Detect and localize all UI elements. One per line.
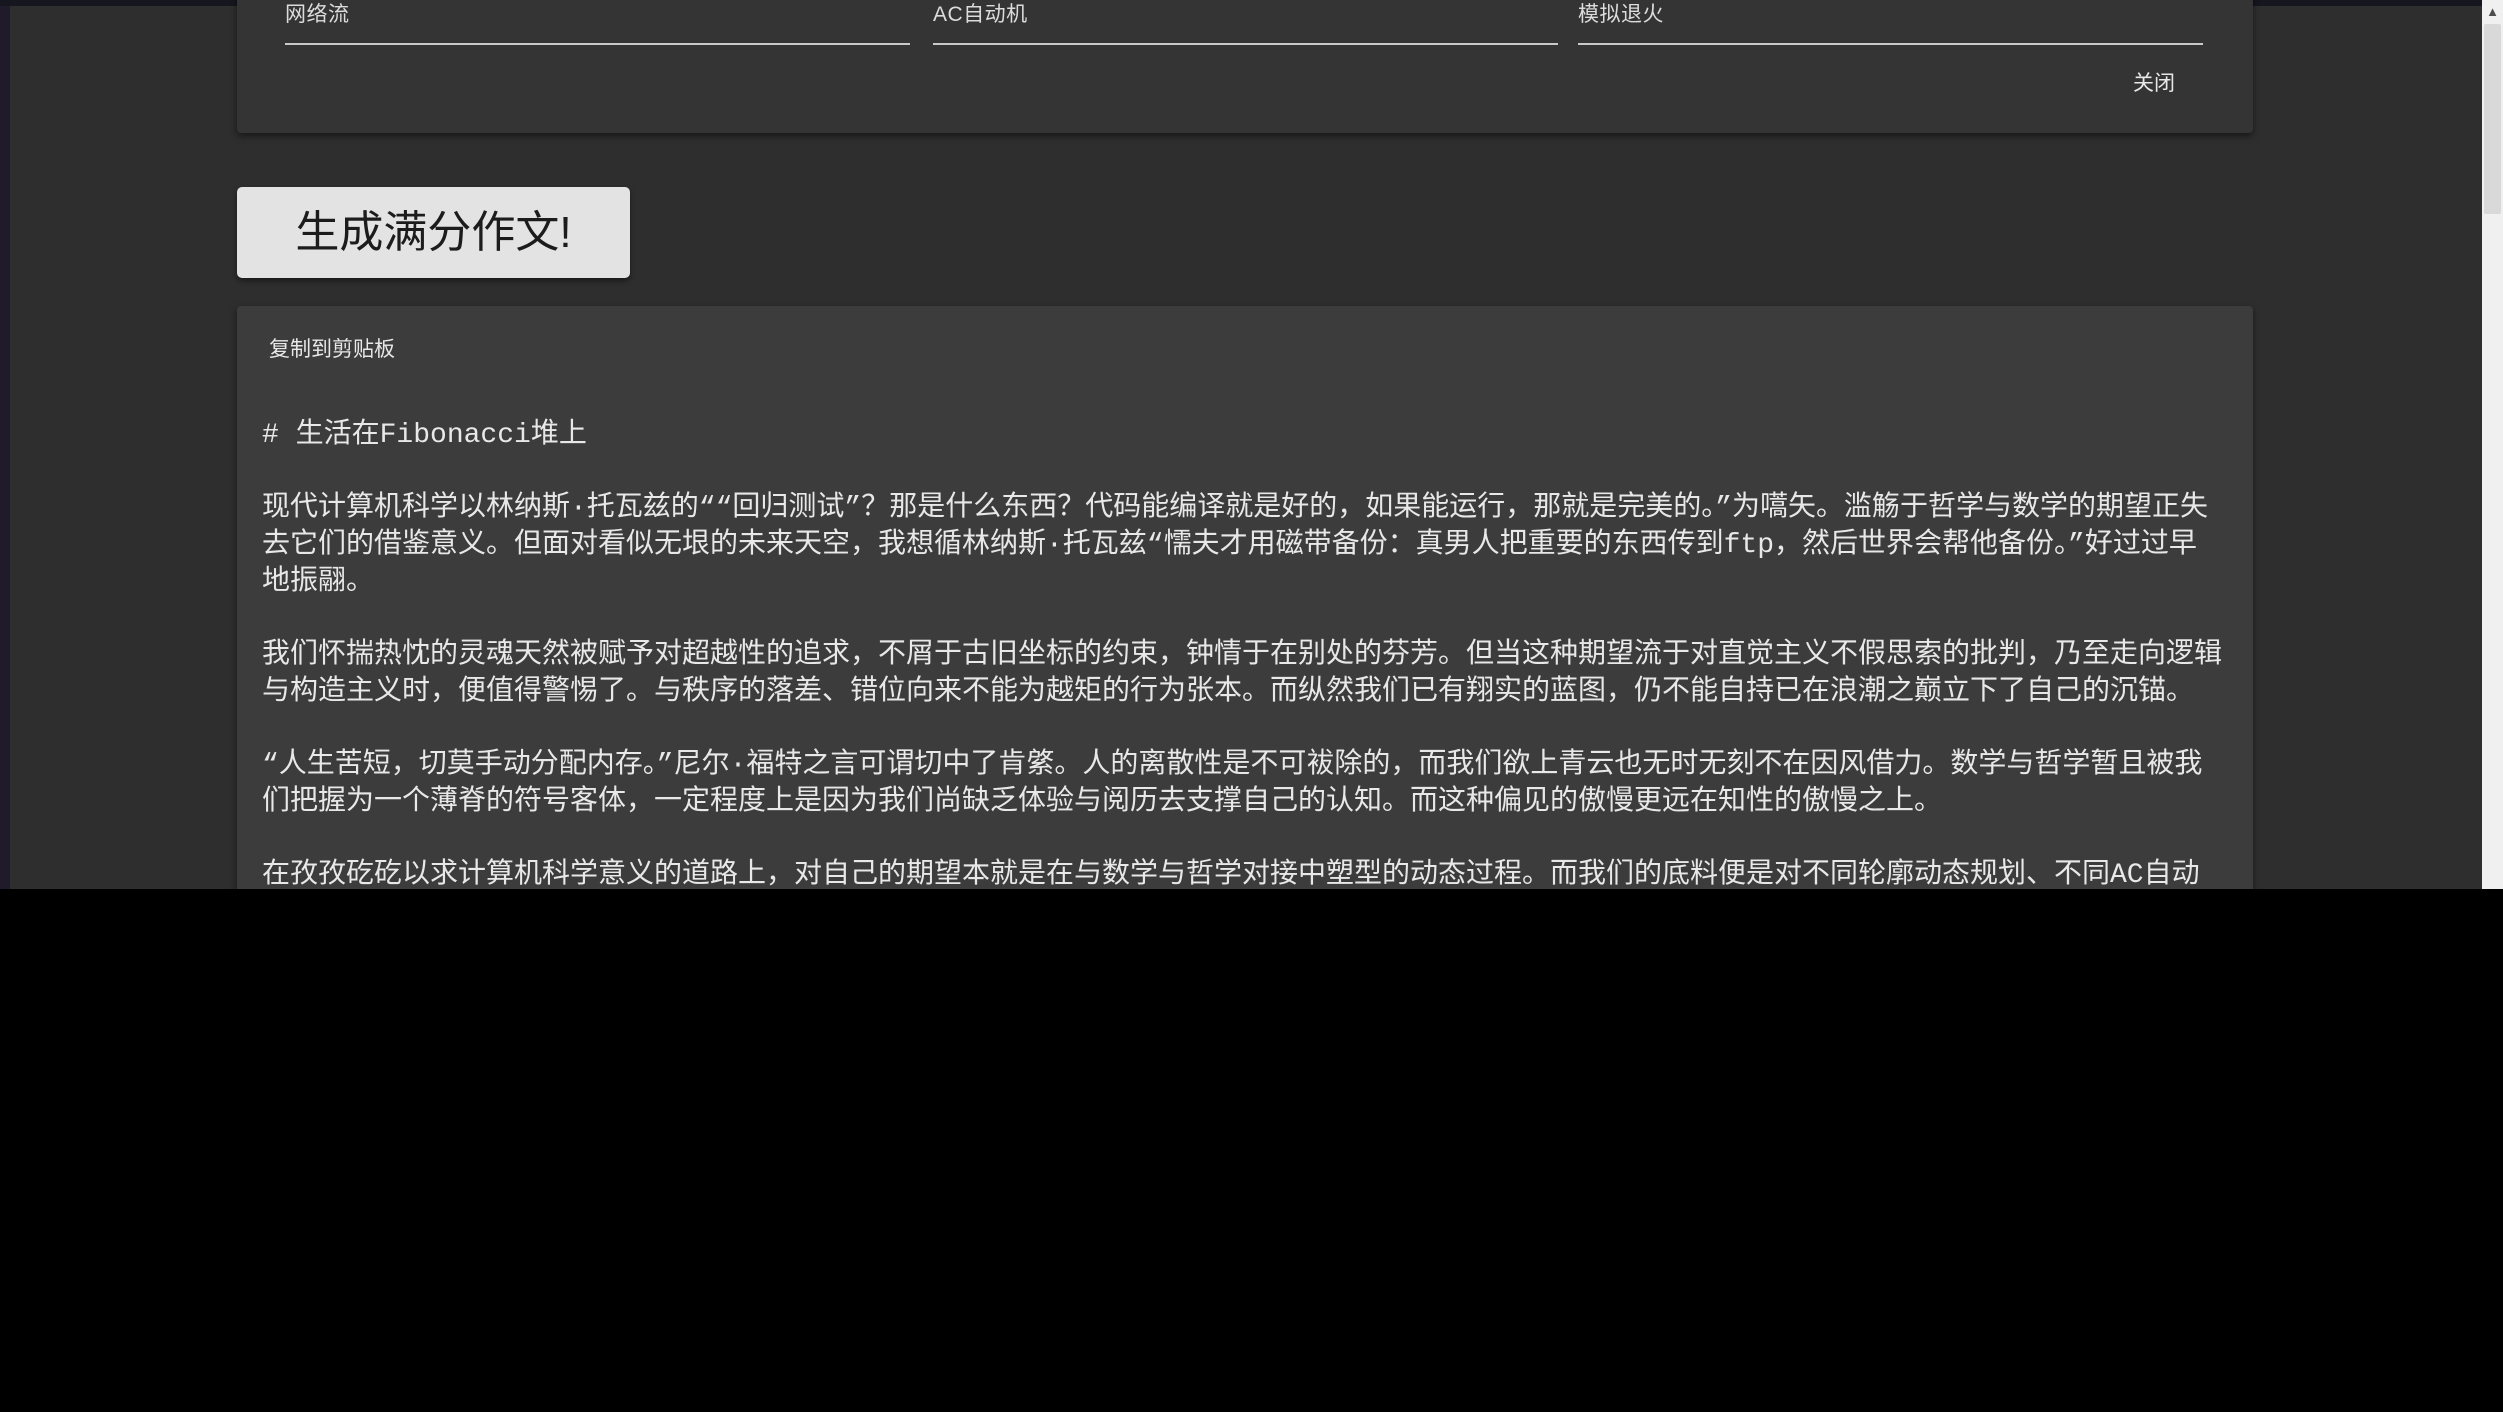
algorithm-field-2[interactable]: AC自动机: [933, 2, 1558, 45]
copy-to-clipboard-button[interactable]: 复制到剪贴板: [251, 325, 413, 371]
generate-essay-button[interactable]: 生成满分作文!: [237, 187, 630, 278]
essay-content: # 生活在Fibonacci堆上 现代计算机科学以林纳斯·托瓦兹的““回归测试”…: [237, 371, 2253, 931]
essay-paragraph-2: 我们怀揣热忱的灵魂天然被赋予对超越性的追求，不屑于古旧坐标的约束，钟情于在别处的…: [262, 637, 2223, 711]
scroll-up-icon[interactable]: ▲: [2482, 0, 2503, 22]
algorithm-input-dialog: 网络流 AC自动机 模拟退火 关闭: [237, 0, 2253, 133]
essay-paragraph-3: “人生苦短，切莫手动分配内存。”尼尔·福特之言可谓切中了肯綮。人的离散性是不可袚…: [262, 747, 2223, 821]
algorithm-field-3[interactable]: 模拟退火: [1578, 2, 2203, 45]
scrollbar-thumb[interactable]: [2484, 24, 2501, 214]
offscreen-black-region: [0, 889, 2503, 1412]
essay-heading: # 生活在Fibonacci堆上: [262, 417, 2223, 454]
vertical-scrollbar[interactable]: ▲: [2482, 0, 2503, 889]
essay-result-card: 复制到剪贴板 # 生活在Fibonacci堆上 现代计算机科学以林纳斯·托瓦兹的…: [237, 306, 2253, 940]
algorithm-field-2-value: AC自动机: [933, 2, 1558, 28]
algorithm-field-1[interactable]: 网络流: [285, 2, 910, 45]
left-edge-strip: [0, 0, 10, 889]
algorithm-field-3-value: 模拟退火: [1578, 2, 2203, 28]
essay-paragraph-1: 现代计算机科学以林纳斯·托瓦兹的““回归测试”？那是什么东西？代码能编译就是好的…: [262, 490, 2223, 601]
close-button[interactable]: 关闭: [2099, 60, 2209, 104]
algorithm-field-1-value: 网络流: [285, 2, 910, 28]
